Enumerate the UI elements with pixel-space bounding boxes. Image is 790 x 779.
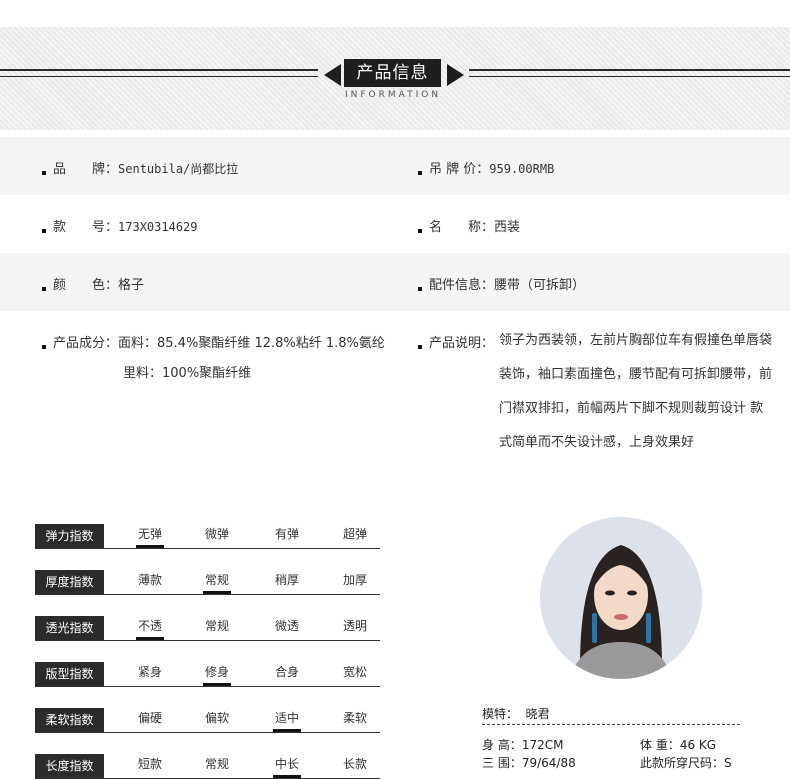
accessory-value: 腰带（可拆卸） — [494, 278, 586, 293]
model-height: 身 高：172CM — [482, 738, 564, 752]
description-field: 产品说明： — [418, 332, 494, 351]
index-option: 无弹 — [130, 524, 170, 548]
color-field: 颜 色：格子 — [42, 274, 144, 293]
index-option: 有弹 — [274, 527, 299, 541]
index-option: 透明 — [342, 619, 367, 633]
index-option: 不透 — [130, 616, 170, 640]
index-option: 柔软 — [342, 711, 367, 725]
header-rule-left — [0, 69, 318, 77]
index-length: 长度指数 短款 常规 中长 长款 — [35, 754, 380, 779]
index-option: 偏软 — [204, 711, 229, 725]
index-option: 稍厚 — [274, 573, 299, 587]
index-softness: 柔软指数 偏硬 偏软 适中 柔软 — [35, 708, 380, 733]
index-elasticity: 弹力指数 无弹 微弹 有弹 超弹 — [35, 524, 380, 549]
index-fit: 版型指数 紧身 修身 合身 宽松 — [35, 662, 380, 687]
color-value: 格子 — [118, 278, 145, 293]
section-subtitle: INFORMATION — [344, 90, 442, 100]
index-option: 中长 — [267, 754, 307, 778]
index-thickness: 厚度指数 薄款 常规 稍厚 加厚 — [35, 570, 380, 595]
bullet-icon — [418, 170, 422, 175]
name-field: 名 称：西装 — [418, 216, 520, 235]
header-rule-right — [469, 69, 790, 77]
bullet-icon — [418, 344, 422, 349]
index-option: 薄款 — [137, 573, 162, 587]
index-option: 修身 — [197, 662, 237, 686]
model-name-row: 模特： 晓君 — [482, 707, 550, 721]
bullet-icon — [418, 228, 422, 233]
index-option: 微弹 — [204, 527, 229, 541]
bullet-icon — [42, 170, 46, 175]
section-title: 产品信息 — [344, 59, 441, 87]
style-no-value: 173X0314629 — [118, 220, 198, 234]
index-option: 宽松 — [342, 665, 367, 679]
name-value: 西装 — [494, 220, 521, 235]
price-value: 959.00RMB — [489, 162, 555, 176]
index-option: 适中 — [267, 708, 307, 732]
index-option: 偏硬 — [137, 711, 162, 725]
index-option: 紧身 — [137, 665, 162, 679]
ribbon-tail-right — [447, 64, 464, 86]
index-option: 常规 — [204, 757, 229, 771]
index-option: 合身 — [274, 665, 299, 679]
bullet-icon — [418, 286, 422, 291]
price-field: 吊 牌 价：959.00RMB — [418, 158, 554, 177]
index-option: 加厚 — [342, 573, 367, 587]
index-option: 常规 — [204, 619, 229, 633]
bullet-icon — [42, 344, 46, 349]
style-no-field: 款 号：173X0314629 — [42, 216, 198, 235]
lining-value: 里料：100%聚酯纤维 — [123, 366, 252, 381]
accessory-field: 配件信息：腰带（可拆卸） — [418, 274, 585, 293]
composition-value: 面料：85.4%聚酯纤维 12.8%粘纤 1.8%氨纶 — [118, 336, 385, 351]
model-weight: 体 重：46 KG — [640, 738, 717, 752]
brand-field: 品 牌：Sentubila/尚都比拉 — [42, 158, 238, 177]
description-value: 领子为西装领，左前片胸部位车有假撞色单唇袋装饰，袖口素面撞色，腰节配有可拆卸腰带… — [499, 333, 773, 450]
bullet-icon — [42, 286, 46, 291]
index-transparency: 透光指数 不透 常规 微透 透明 — [35, 616, 380, 641]
model-divider — [482, 724, 740, 725]
composition-field: 产品成分：面料：85.4%聚酯纤维 12.8%粘纤 1.8%氨纶 — [42, 332, 385, 351]
ribbon-tail-left — [324, 64, 341, 86]
index-option: 超弹 — [342, 527, 367, 541]
model-name: 晓君 — [525, 707, 550, 721]
bullet-icon — [42, 228, 46, 233]
index-option: 长款 — [342, 757, 367, 771]
model-measurements: 三 围：79/64/88 — [482, 756, 576, 770]
model-photo — [540, 517, 702, 679]
index-option: 微透 — [274, 619, 299, 633]
index-option: 常规 — [197, 570, 237, 594]
model-size: 此款所穿尺码：S — [640, 756, 732, 770]
model-portrait-icon — [540, 517, 702, 679]
index-option: 短款 — [137, 757, 162, 771]
brand-value: Sentubila/尚都比拉 — [118, 162, 239, 176]
